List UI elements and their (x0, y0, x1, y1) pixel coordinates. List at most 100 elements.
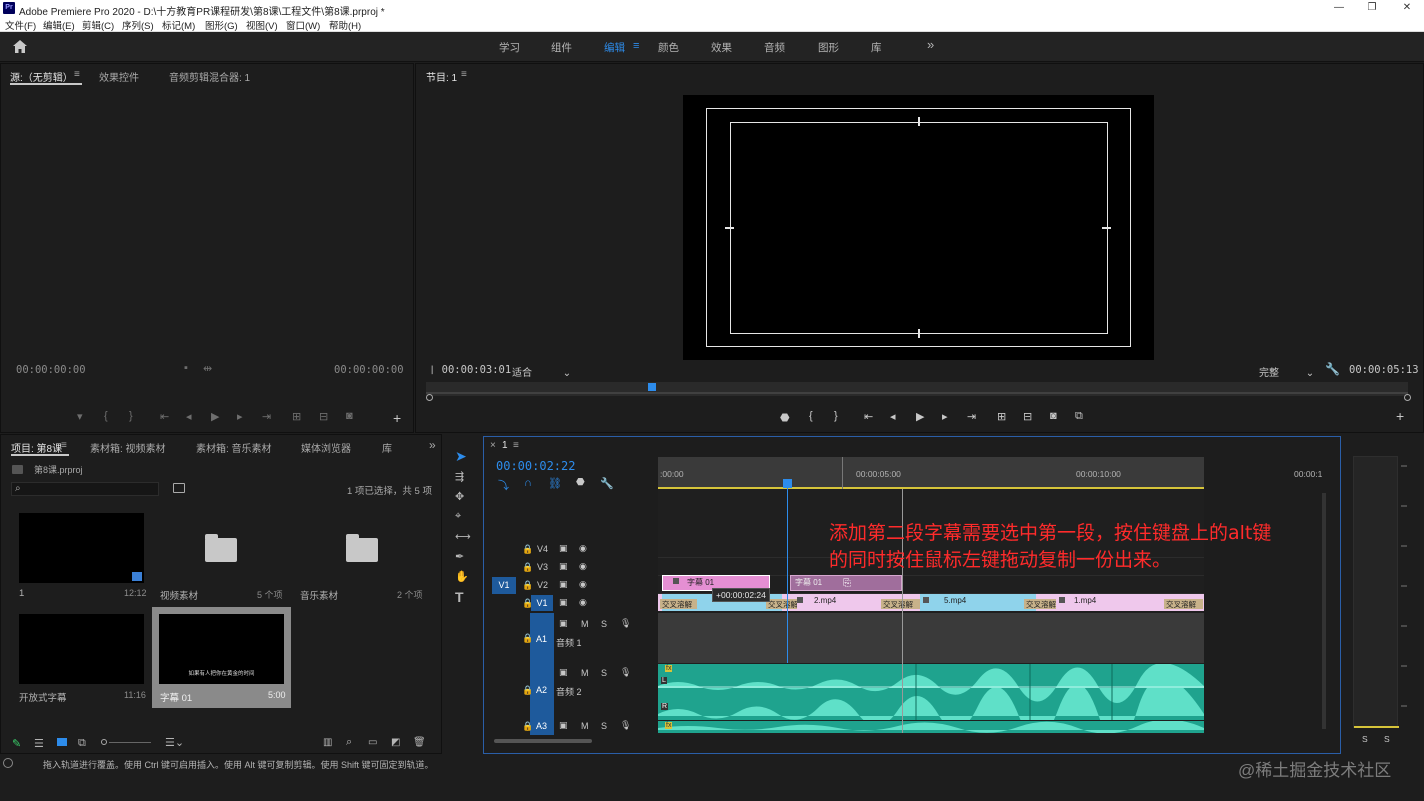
timeline-settings-wrench-icon[interactable]: 🔧 (600, 477, 614, 490)
menu-edit[interactable]: 编辑(E) (43, 18, 75, 32)
workspace-more-icon[interactable]: » (927, 37, 934, 52)
eye-icon[interactable]: ◉ (579, 543, 587, 554)
track-label-v2[interactable]: V2 (537, 580, 548, 590)
linked-selection-icon[interactable]: ⛓ (548, 477, 562, 490)
fit-dropdown[interactable]: 适合 ⌄ (512, 364, 571, 379)
track-output-icon[interactable]: ▣ (559, 667, 568, 678)
program-compare-icon[interactable]: ⧉ (1075, 410, 1083, 423)
project-tab-menu-icon[interactable]: ≡ (61, 440, 67, 451)
source-step-back-icon[interactable]: ◂ (186, 410, 192, 423)
source-play-icon[interactable]: ▶ (211, 410, 219, 423)
trash-icon[interactable]: 🗑 (413, 737, 426, 748)
track-name-a1[interactable]: 音频 1 (556, 636, 582, 649)
transition-cross-dissolve[interactable]: 交叉溶解 (766, 599, 797, 609)
track-label-a3[interactable]: A3 (536, 721, 547, 731)
maximize-button[interactable]: ❐ (1357, 2, 1387, 13)
new-bin-from-search-icon[interactable] (173, 483, 185, 493)
workspace-menu-icon[interactable]: ≡ (633, 40, 639, 52)
timeline-vertical-scrollbar[interactable] (1322, 493, 1326, 729)
freeform-view-icon[interactable]: ⧉ (78, 737, 86, 750)
type-tool-icon[interactable]: T (455, 589, 464, 605)
pencil-icon[interactable]: ✎ (12, 737, 21, 750)
new-bin-icon[interactable]: ▭ (368, 737, 377, 748)
sort-icon[interactable]: ☰⌄ (165, 736, 184, 749)
program-goto-in-icon[interactable]: ⇤ (864, 410, 873, 423)
workspace-learn[interactable]: 学习 (499, 40, 520, 55)
menu-window[interactable]: 窗口(W) (286, 18, 320, 32)
razor-tool-icon[interactable]: ⌖ (455, 510, 461, 523)
snap-icon[interactable]: ∩ (524, 477, 532, 489)
slip-tool-icon[interactable]: ⟷ (455, 530, 471, 543)
track-output-icon[interactable]: ▣ (559, 618, 568, 629)
program-goto-out-icon[interactable]: ⇥ (967, 410, 976, 423)
track-label-a2[interactable]: A2 (536, 685, 547, 695)
workspace-libraries[interactable]: 库 (871, 40, 882, 55)
track-label-v3[interactable]: V3 (537, 562, 548, 572)
insert-sequence-nest-icon[interactable]: ⤵ (498, 477, 509, 493)
source-insert-clip-icon[interactable]: ⊞ (292, 410, 301, 423)
tab-source[interactable]: 源:（无剪辑） (10, 69, 73, 84)
source-export-frame-icon[interactable]: ◙ (346, 410, 353, 422)
meter-solo-left-button[interactable]: S (1362, 734, 1368, 744)
microphone-icon[interactable]: 🎙 (620, 667, 631, 678)
source-mark-out-icon[interactable]: } (129, 410, 133, 422)
timeline-timecode[interactable]: 00:00:02:22 (496, 459, 575, 473)
track-label-a1[interactable]: A1 (536, 634, 547, 644)
program-mark-out-icon[interactable]: } (834, 410, 838, 422)
tab-libraries[interactable]: 库 (382, 440, 392, 455)
eye-icon[interactable]: ◉ (579, 579, 587, 590)
video-clip[interactable]: 1.mp4 (1054, 594, 1158, 611)
eye-icon[interactable]: ◉ (579, 561, 587, 572)
folder-icon[interactable] (205, 534, 237, 562)
track-output-icon[interactable]: ▣ (559, 561, 568, 572)
track-label-v1[interactable]: V1 (531, 595, 553, 611)
program-video-frame[interactable] (683, 95, 1154, 360)
project-search-input[interactable]: ⌕ (11, 482, 159, 496)
scrub-zoom-right-handle[interactable] (1404, 394, 1411, 401)
scrub-zoom-left-handle[interactable] (426, 394, 433, 401)
transition-cross-dissolve[interactable]: 交叉溶解 (660, 599, 697, 609)
menu-sequence[interactable]: 序列(S) (122, 18, 154, 32)
transition-cross-dissolve[interactable]: 交叉溶解 (1164, 599, 1203, 609)
add-marker-icon[interactable]: ⬣ (576, 477, 585, 488)
timeline-horizontal-scrollbar[interactable] (494, 739, 592, 743)
pen-tool-icon[interactable]: ✒ (455, 550, 464, 563)
workspace-audio[interactable]: 音频 (764, 40, 785, 55)
program-tab-menu-icon[interactable]: ≡ (461, 69, 467, 80)
project-more-icon[interactable]: » (429, 438, 436, 452)
project-item-selected[interactable]: 如果有人把你在黄金的时间 字幕 01 5:00 (152, 607, 291, 708)
track-lock-icon[interactable]: 🔒 (522, 544, 533, 555)
track-output-icon[interactable]: ▣ (559, 720, 568, 731)
tab-bin-music[interactable]: 素材箱: 音乐素材 (196, 440, 272, 455)
timeline-ruler[interactable]: :00:00 00:00:05:00 00:00:10:00 (658, 457, 1204, 489)
source-insert-icon[interactable]: ▪ (184, 362, 188, 374)
home-icon[interactable] (13, 40, 27, 53)
sequence-tab[interactable]: 1 (502, 440, 508, 451)
audio-clip-a3[interactable]: fx (658, 721, 1204, 733)
track-lock-icon[interactable]: 🔒 (522, 580, 533, 591)
source-step-forward-icon[interactable]: ▸ (237, 410, 243, 423)
microphone-icon[interactable]: 🎙 (620, 720, 631, 731)
source-add-button-icon[interactable]: + (393, 410, 401, 426)
menu-file[interactable]: 文件(F) (5, 18, 36, 32)
track-output-icon[interactable]: ▣ (559, 597, 568, 608)
find-icon[interactable]: ⌕ (346, 736, 352, 749)
quality-dropdown[interactable]: 完整 ⌄ (1259, 364, 1314, 379)
track-lock-icon[interactable]: 🔒 (522, 633, 533, 644)
transition-cross-dissolve[interactable]: 交叉溶解 (881, 599, 920, 609)
source-mark-in-icon[interactable]: { (104, 410, 108, 422)
program-scrub-bar[interactable] (426, 382, 1408, 396)
ripple-edit-tool-icon[interactable]: ✥ (455, 490, 464, 503)
audio-track-a1-area[interactable] (658, 613, 1204, 663)
source-timecode-in[interactable]: 00:00:00:00 (16, 364, 86, 376)
list-view-icon[interactable]: ☰ (34, 737, 44, 750)
menu-marker[interactable]: 标记(M) (162, 18, 195, 32)
workspace-effects[interactable]: 效果 (711, 40, 732, 55)
menu-view[interactable]: 视图(V) (246, 18, 278, 32)
project-item-thumbnail[interactable] (19, 513, 144, 583)
source-patch-v1[interactable]: V1 (492, 577, 516, 594)
menu-graphics[interactable]: 图形(G) (205, 18, 238, 32)
track-output-icon[interactable]: ▣ (559, 579, 568, 590)
source-marker-icon[interactable]: ▾ (77, 410, 83, 423)
timeline-close-icon[interactable]: × (490, 440, 496, 451)
